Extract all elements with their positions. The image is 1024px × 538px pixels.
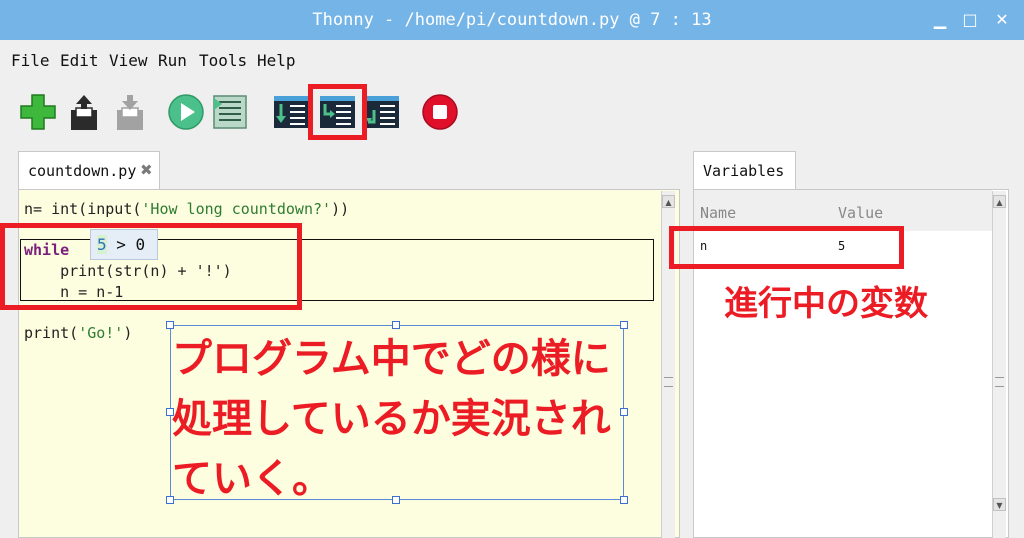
menu-tools[interactable]: Tools	[199, 51, 247, 70]
resize-handle-top-right[interactable]	[620, 321, 628, 329]
variables-annotation-text: 進行中の変数	[724, 284, 928, 324]
variables-scrollbar[interactable]: ▲ ▼	[992, 191, 1006, 538]
menu-run[interactable]: Run	[158, 51, 187, 70]
menu-file[interactable]: File	[11, 51, 50, 70]
tab-countdown-py[interactable]: countdown.py ✖	[18, 151, 160, 189]
step-out-button[interactable]	[362, 92, 402, 132]
new-file-icon	[20, 94, 56, 130]
code-annotation-box	[0, 223, 302, 310]
annotation-line-1: プログラム中でどの様に	[172, 336, 611, 382]
code-line-5: print('Go!')	[24, 324, 133, 342]
step-over-button[interactable]	[272, 92, 312, 132]
scroll-grip-icon[interactable]	[664, 377, 673, 387]
close-icon[interactable]: ✕	[990, 8, 1014, 32]
var-scroll-grip-icon[interactable]	[995, 377, 1004, 387]
minimize-icon[interactable]: ▁	[928, 8, 952, 32]
save-file-icon	[117, 95, 143, 130]
menu-bar: File Edit View Run Tools Help	[0, 40, 1024, 80]
var-scroll-down-icon[interactable]: ▼	[993, 498, 1006, 511]
scroll-up-icon[interactable]: ▲	[662, 195, 675, 208]
step-into-highlight-box	[308, 84, 367, 140]
variable-annotation-box	[669, 226, 904, 269]
title-bar: Thonny - /home/pi/countdown.py @ 7 : 13 …	[0, 0, 1024, 40]
step-out-icon	[364, 96, 399, 128]
run-button[interactable]	[166, 92, 206, 132]
new-file-button[interactable]	[18, 92, 58, 132]
open-file-button[interactable]	[64, 92, 104, 132]
stop-icon	[422, 94, 458, 130]
code-line-1: n= int(input('How long countdown?'))	[24, 200, 350, 218]
tab-label: countdown.py	[28, 162, 137, 180]
open-file-icon	[71, 95, 97, 130]
save-file-button[interactable]	[110, 92, 150, 132]
debug-icon	[213, 95, 247, 129]
menu-edit[interactable]: Edit	[60, 51, 99, 70]
debug-button[interactable]	[210, 92, 250, 132]
window-title: Thonny - /home/pi/countdown.py @ 7 : 13	[312, 10, 712, 30]
var-scroll-up-icon[interactable]: ▲	[993, 195, 1006, 208]
tab-close-icon[interactable]: ✖	[140, 161, 153, 179]
maximize-icon[interactable]: □	[958, 8, 982, 32]
annotation-line-3: ていく。	[172, 456, 332, 502]
column-value-header[interactable]: Value	[838, 204, 883, 222]
tab-variables[interactable]: Variables	[693, 151, 796, 189]
step-over-icon	[274, 96, 309, 128]
annotation-line-2: 処理しているか実況され	[172, 396, 611, 442]
stop-button[interactable]	[420, 92, 460, 132]
menu-view[interactable]: View	[109, 51, 148, 70]
menu-help[interactable]: Help	[257, 51, 296, 70]
run-icon	[168, 94, 204, 130]
resize-handle-right[interactable]	[620, 408, 628, 416]
variables-tab-label: Variables	[703, 162, 785, 180]
resize-handle-bottom[interactable]	[392, 496, 400, 504]
column-name-header[interactable]: Name	[700, 204, 736, 222]
resize-handle-bottom-right[interactable]	[620, 496, 628, 504]
